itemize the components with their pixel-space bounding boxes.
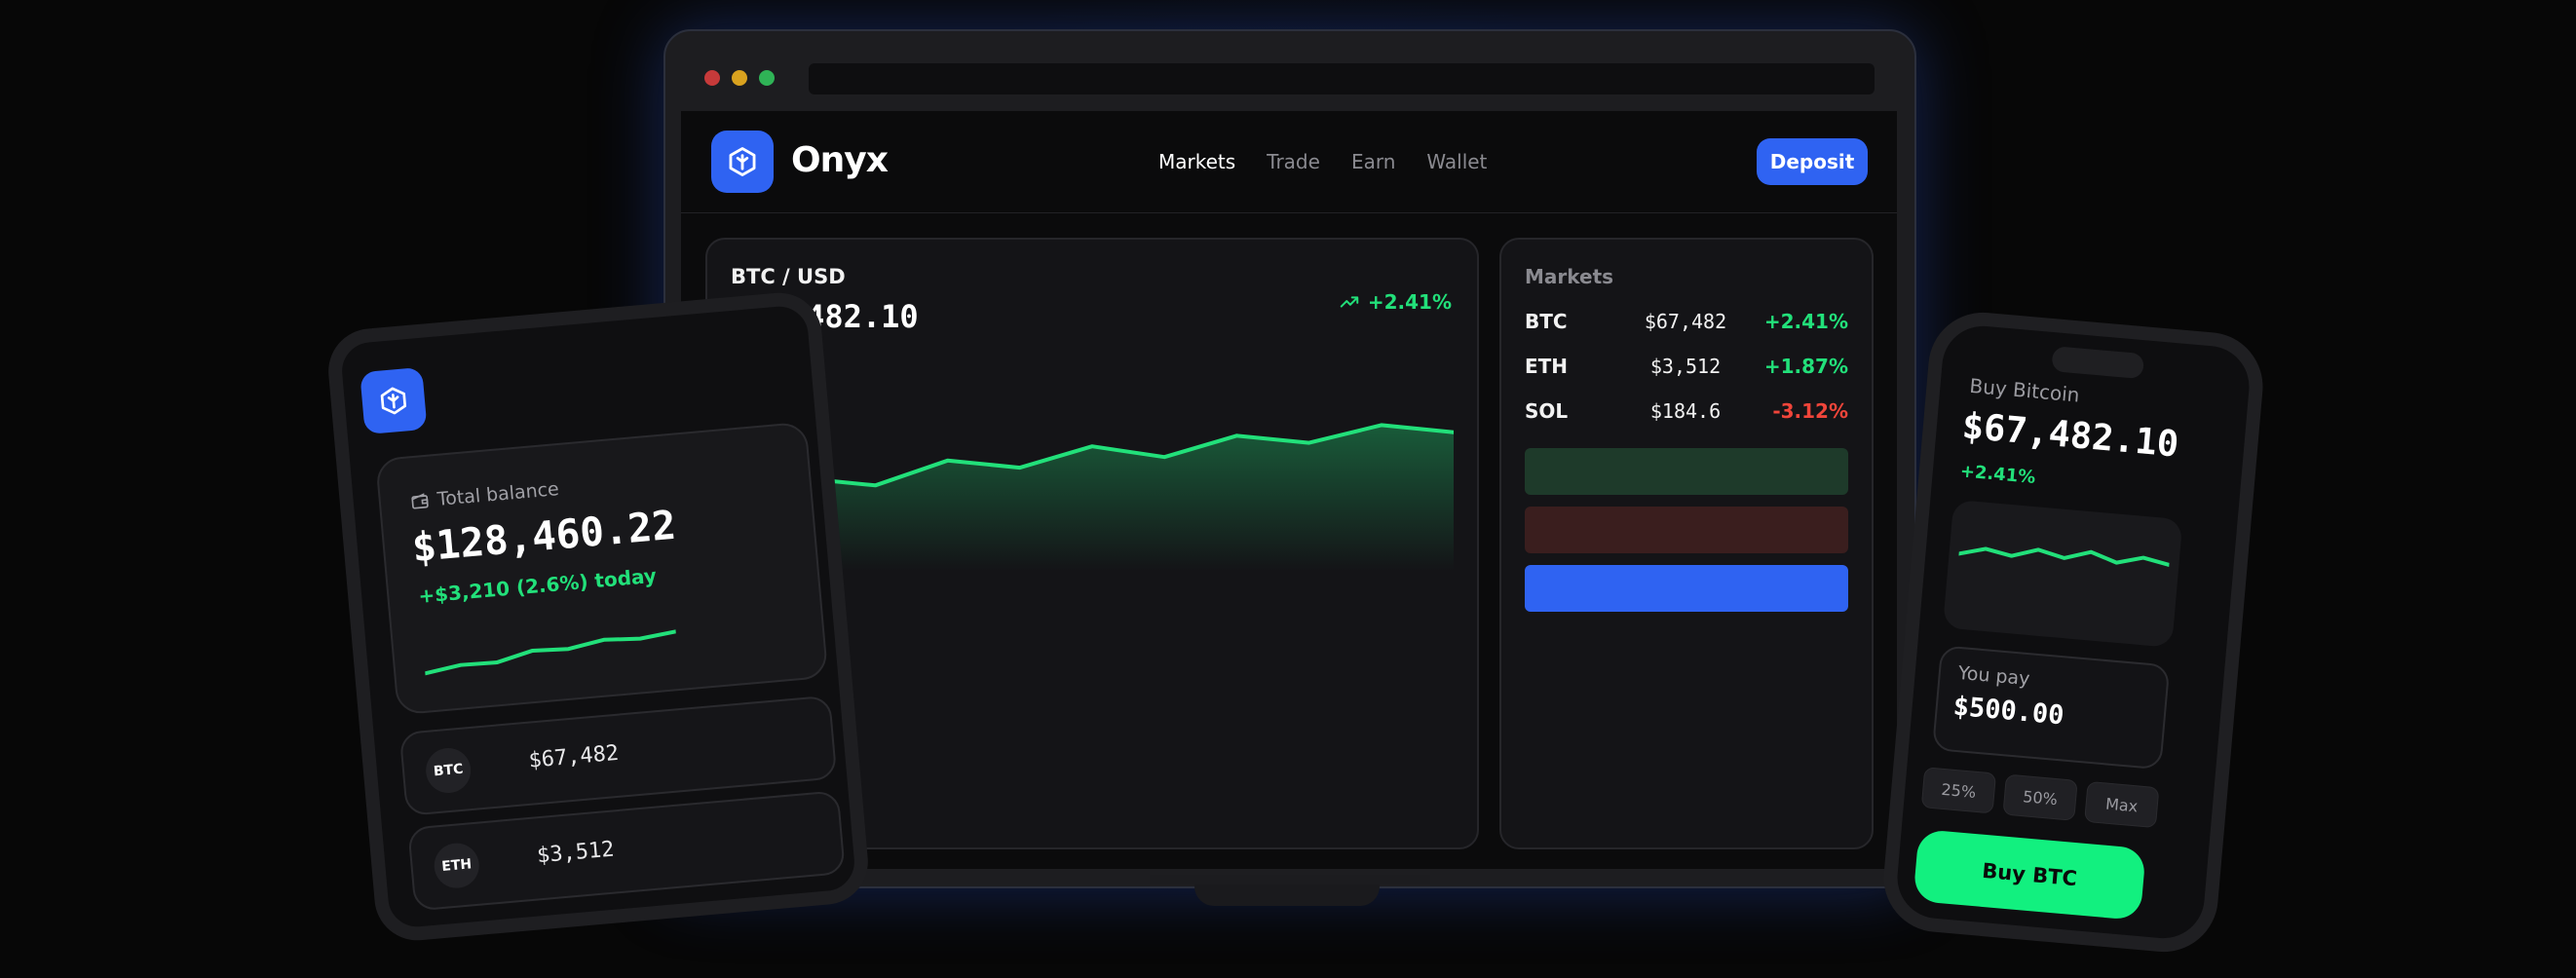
coin-badge: BTC xyxy=(424,746,474,795)
balance-label: Total balance xyxy=(436,478,560,510)
markets-panel: Markets BTC $67,482 +2.41% ETH $3,512 +1… xyxy=(1499,238,1874,849)
main-nav: Markets Trade Earn Wallet xyxy=(1158,150,1487,173)
market-price: $67,482 xyxy=(1644,310,1727,333)
window-controls xyxy=(704,70,775,86)
placeholder-bar-green[interactable] xyxy=(1525,448,1848,495)
buy-sparkline xyxy=(1956,546,2172,567)
trending-up-icon xyxy=(1340,296,1359,308)
market-symbol: ETH xyxy=(1525,355,1569,378)
market-price: $3,512 xyxy=(1649,355,1722,378)
chart-series-line xyxy=(423,629,678,676)
nav-item-earn[interactable]: Earn xyxy=(1351,150,1395,173)
top-nav: Onyx Markets Trade Earn Wallet Deposit xyxy=(681,111,1897,213)
minimize-dot-icon[interactable] xyxy=(732,70,747,86)
nav-item-wallet[interactable]: Wallet xyxy=(1426,150,1487,173)
close-dot-icon[interactable] xyxy=(704,70,720,86)
pay-label: You pay xyxy=(1956,661,2031,691)
market-symbol: SOL xyxy=(1525,399,1569,423)
chip-max[interactable]: Max xyxy=(2084,780,2160,829)
deposit-button[interactable]: Deposit xyxy=(1757,138,1868,185)
tablet-device: Total balance $128,460.22 +$3,210 (2.6%)… xyxy=(324,289,872,944)
address-bar[interactable] xyxy=(809,63,1875,94)
nav-item-markets[interactable]: Markets xyxy=(1158,150,1235,173)
balance-amount: $128,460.22 xyxy=(410,501,678,572)
pay-field[interactable]: You pay $500.00 xyxy=(1931,645,2171,771)
balance-card: Total balance $128,460.22 +$3,210 (2.6%)… xyxy=(375,421,829,716)
market-change: -3.12% xyxy=(1772,399,1848,423)
buy-btc-button[interactable]: Buy BTC xyxy=(1913,828,2146,922)
coin-price: $3,512 xyxy=(536,837,616,869)
amount-chips: 25% 50% Max xyxy=(1920,767,2160,829)
buy-chart-card xyxy=(1942,499,2183,648)
phone-device: Buy Bitcoin $67,482.10 +2.41% You pay $5… xyxy=(1878,308,2268,957)
market-change: +2.41% xyxy=(1763,310,1848,333)
market-price: $184.6 xyxy=(1649,399,1722,423)
maximize-dot-icon[interactable] xyxy=(759,70,775,86)
chart-series-line xyxy=(1956,546,2172,567)
laptop-base xyxy=(1150,875,1430,884)
market-symbol: BTC xyxy=(1525,310,1568,333)
buy-title: Buy Bitcoin xyxy=(1968,373,2081,407)
balance-label-row: Total balance xyxy=(409,478,560,512)
pair-label: BTC / USD xyxy=(731,265,846,288)
wallet-icon xyxy=(411,493,429,509)
phone-notch xyxy=(2051,346,2145,380)
coin-badge: ETH xyxy=(432,841,481,890)
placeholder-bar-blue[interactable] xyxy=(1525,565,1848,612)
markets-title: Markets xyxy=(1525,265,1614,288)
market-row-eth[interactable]: ETH $3,512 +1.87% xyxy=(1525,355,1848,384)
balance-sparkline xyxy=(423,629,678,676)
hexagon-logo-icon[interactable] xyxy=(360,366,428,435)
price-change-value: +2.41% xyxy=(1367,290,1452,314)
nav-item-trade[interactable]: Trade xyxy=(1267,150,1320,173)
market-row-btc[interactable]: BTC $67,482 +2.41% xyxy=(1525,310,1848,339)
pay-amount[interactable]: $500.00 xyxy=(1952,692,2065,732)
price-change: +2.41% xyxy=(1339,290,1452,314)
coin-price: $67,482 xyxy=(527,740,621,773)
brand-name: Onyx xyxy=(791,140,889,180)
desktop-app: Onyx Markets Trade Earn Wallet Deposit B… xyxy=(681,111,1897,869)
buy-price: $67,482.10 xyxy=(1960,404,2180,466)
buy-change: +2.41% xyxy=(1959,461,2037,488)
chip-50[interactable]: 50% xyxy=(2002,773,2078,821)
hexagon-logo-icon[interactable] xyxy=(711,131,774,193)
placeholder-bar-red[interactable] xyxy=(1525,507,1848,553)
balance-change: +$3,210 (2.6%) today xyxy=(417,563,658,608)
market-row-sol[interactable]: SOL $184.6 -3.12% xyxy=(1525,399,1848,429)
market-change: +1.87% xyxy=(1763,355,1848,378)
chip-25[interactable]: 25% xyxy=(1920,767,1997,814)
